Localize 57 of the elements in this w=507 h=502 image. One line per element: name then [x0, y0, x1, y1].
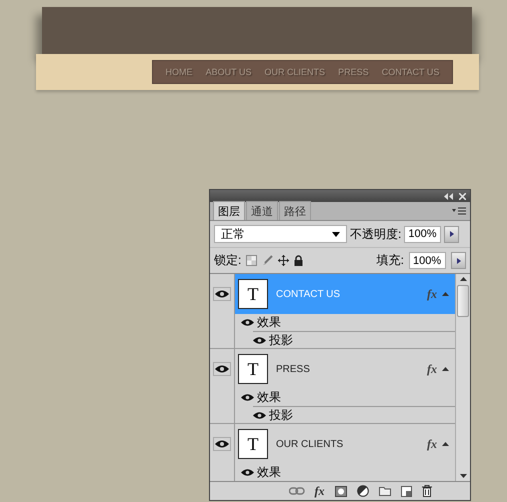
new-layer-icon[interactable] — [400, 486, 412, 496]
lock-transparency-icon[interactable] — [246, 255, 258, 266]
triangle-right-icon — [450, 231, 454, 237]
trash-icon[interactable] — [422, 485, 432, 497]
eye-icon[interactable] — [253, 336, 266, 344]
effects-indicator: fx — [427, 362, 437, 376]
lock-label: 锁定: — [214, 252, 242, 269]
opacity-slider-button[interactable] — [444, 226, 460, 242]
scroll-down-icon[interactable] — [460, 474, 466, 478]
layer-thumbnail: T — [238, 279, 268, 309]
expand-arrow-icon[interactable] — [442, 367, 449, 371]
effects-row[interactable]: 效果 — [241, 464, 281, 481]
expand-arrow-icon[interactable] — [442, 292, 449, 296]
eye-icon[interactable] — [241, 469, 254, 476]
visibility-toggle[interactable] — [213, 437, 231, 451]
adjustment-icon[interactable] — [356, 485, 368, 497]
layer-thumbnail: T — [238, 354, 268, 384]
visibility-toggle[interactable] — [213, 287, 231, 301]
expand-arrow-icon[interactable] — [442, 442, 449, 446]
layer-row[interactable]: T OUR CLIENTS fx — [235, 424, 455, 464]
move-icon[interactable] — [278, 255, 290, 266]
brush-icon[interactable] — [262, 255, 274, 266]
layer-row[interactable]: T PRESS fx — [235, 349, 455, 389]
lock-icon[interactable] — [294, 255, 304, 266]
panel-menu-icon[interactable] — [452, 207, 466, 215]
scroll-thumb[interactable] — [457, 285, 469, 317]
layer-thumbnail: T — [238, 429, 268, 459]
fill-field[interactable]: 100% — [409, 252, 446, 269]
eye-icon[interactable] — [241, 394, 254, 401]
close-icon[interactable] — [459, 192, 466, 200]
folder-icon[interactable] — [378, 486, 390, 496]
layer-row[interactable]: T CONTACT US fx — [235, 274, 455, 314]
collapse-icon[interactable] — [444, 192, 453, 200]
effects-indicator: fx — [427, 286, 437, 302]
dropdown-arrow-icon — [332, 232, 340, 236]
effects-row[interactable]: 效果 — [241, 389, 281, 406]
eye-icon[interactable] — [241, 319, 254, 326]
fill-slider-button[interactable] — [451, 252, 466, 269]
opacity-label: 不透明度: — [350, 226, 402, 242]
effect-row[interactable]: 投影 — [253, 330, 455, 348]
effects-row[interactable]: 效果 — [241, 314, 281, 331]
panel-tab[interactable]: 图层 — [213, 201, 245, 220]
visibility-toggle[interactable] — [213, 362, 231, 376]
mask-icon[interactable] — [334, 486, 346, 496]
scrollbar[interactable] — [455, 274, 470, 481]
panel-tab[interactable]: 路径 — [279, 201, 311, 220]
add-style-button[interactable]: fx — [314, 484, 324, 498]
opacity-field[interactable]: 100% — [404, 226, 442, 242]
panel-tab[interactable]: 通道 — [246, 201, 278, 220]
link-icon[interactable] — [288, 487, 304, 495]
scroll-up-icon[interactable] — [460, 277, 466, 281]
eye-icon[interactable] — [253, 412, 266, 418]
triangle-right-icon — [456, 258, 460, 264]
effect-row[interactable]: 投影 — [253, 406, 455, 424]
effects-indicator: fx — [427, 436, 437, 452]
fill-label: 填充: — [376, 252, 404, 269]
blend-mode-dropdown[interactable]: 正常 — [214, 225, 347, 243]
